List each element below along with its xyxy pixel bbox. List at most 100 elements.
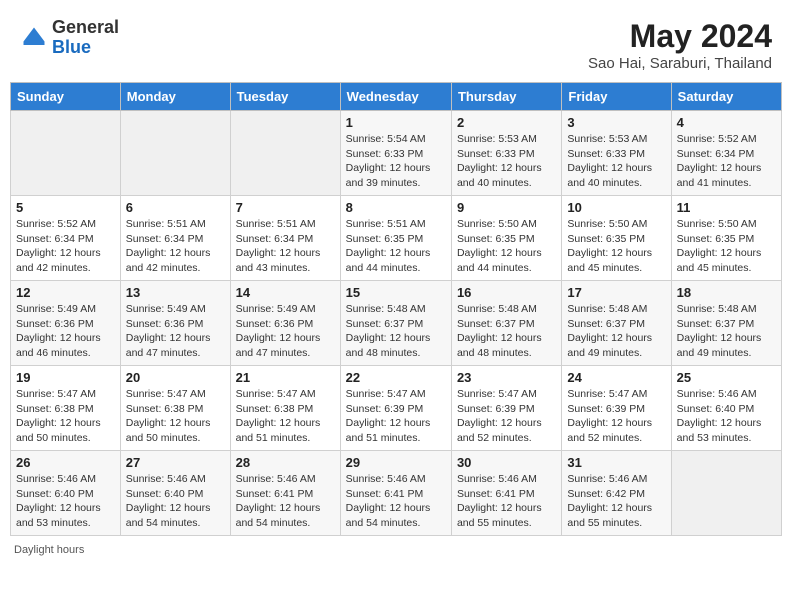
day-number: 7 bbox=[236, 200, 335, 215]
day-number: 21 bbox=[236, 370, 335, 385]
day-info: Sunrise: 5:50 AMSunset: 6:35 PMDaylight:… bbox=[457, 217, 556, 276]
main-title: May 2024 bbox=[588, 18, 772, 55]
calendar-header-row: SundayMondayTuesdayWednesdayThursdayFrid… bbox=[11, 83, 782, 111]
day-header-tuesday: Tuesday bbox=[230, 83, 340, 111]
calendar-cell: 28 Sunrise: 5:46 AMSunset: 6:41 PMDayligh… bbox=[230, 451, 340, 536]
day-number: 12 bbox=[16, 285, 115, 300]
day-number: 27 bbox=[126, 455, 225, 470]
page-header: General Blue May 2024 Sao Hai, Saraburi,… bbox=[10, 10, 782, 78]
calendar-cell: 1Sunrise: 5:54 AMSunset: 6:33 PMDaylight… bbox=[340, 111, 451, 196]
day-number: 30 bbox=[457, 455, 556, 470]
calendar-cell: 30 Sunrise: 5:46 AMSunset: 6:41 PMDayligh… bbox=[451, 451, 561, 536]
day-header-monday: Monday bbox=[120, 83, 230, 111]
day-number: 25 bbox=[677, 370, 776, 385]
calendar-cell: 29Sunrise: 5:46 AMSunset: 6:41 PMDayligh… bbox=[340, 451, 451, 536]
day-number: 18 bbox=[677, 285, 776, 300]
calendar-cell: 21 Sunrise: 5:47 AMSunset: 6:38 PMDayligh… bbox=[230, 366, 340, 451]
calendar-cell bbox=[11, 111, 121, 196]
calendar-cell bbox=[230, 111, 340, 196]
calendar-cell: 22Sunrise: 5:47 AMSunset: 6:39 PMDayligh… bbox=[340, 366, 451, 451]
calendar-cell: 31 Sunrise: 5:46 AMSunset: 6:42 PMDayligh… bbox=[562, 451, 671, 536]
calendar-cell: 16 Sunrise: 5:48 AMSunset: 6:37 PMDayligh… bbox=[451, 281, 561, 366]
calendar-cell: 20 Sunrise: 5:47 AMSunset: 6:38 PMDayligh… bbox=[120, 366, 230, 451]
day-number: 10 bbox=[567, 200, 665, 215]
day-number: 4 bbox=[677, 115, 776, 130]
day-header-friday: Friday bbox=[562, 83, 671, 111]
day-number: 24 bbox=[567, 370, 665, 385]
day-number: 15 bbox=[346, 285, 446, 300]
day-info: Sunrise: 5:46 AMSunset: 6:41 PMDaylight:… bbox=[457, 472, 556, 531]
day-info: Sunrise: 5:46 AMSunset: 6:42 PMDaylight:… bbox=[567, 472, 665, 531]
day-number: 14 bbox=[236, 285, 335, 300]
day-info: Sunrise: 5:53 AMSunset: 6:33 PMDaylight:… bbox=[457, 132, 556, 191]
calendar-cell: 2 Sunrise: 5:53 AMSunset: 6:33 PMDaylight… bbox=[451, 111, 561, 196]
calendar-cell: 15 Sunrise: 5:48 AMSunset: 6:37 PMDayligh… bbox=[340, 281, 451, 366]
day-number: 11 bbox=[677, 200, 776, 215]
calendar-cell: 17Sunrise: 5:48 AMSunset: 6:37 PMDayligh… bbox=[562, 281, 671, 366]
calendar-cell: 19 Sunrise: 5:47 AMSunset: 6:38 PMDayligh… bbox=[11, 366, 121, 451]
day-header-sunday: Sunday bbox=[11, 83, 121, 111]
day-info: Sunrise: 5:46 AMSunset: 6:41 PMDaylight:… bbox=[346, 472, 446, 531]
day-info: Sunrise: 5:47 AMSunset: 6:38 PMDaylight:… bbox=[126, 387, 225, 446]
day-info: Sunrise: 5:47 AMSunset: 6:38 PMDaylight:… bbox=[16, 387, 115, 446]
day-info: Sunrise: 5:49 AMSunset: 6:36 PMDaylight:… bbox=[126, 302, 225, 361]
day-info: Sunrise: 5:50 AMSunset: 6:35 PMDaylight:… bbox=[567, 217, 665, 276]
day-info: Sunrise: 5:46 AMSunset: 6:40 PMDaylight:… bbox=[677, 387, 776, 446]
day-number: 26 bbox=[16, 455, 115, 470]
day-info: Sunrise: 5:51 AMSunset: 6:34 PMDaylight:… bbox=[126, 217, 225, 276]
day-info: Sunrise: 5:48 AMSunset: 6:37 PMDaylight:… bbox=[677, 302, 776, 361]
day-info: Sunrise: 5:48 AMSunset: 6:37 PMDaylight:… bbox=[457, 302, 556, 361]
calendar-week-1: 1Sunrise: 5:54 AMSunset: 6:33 PMDaylight… bbox=[11, 111, 782, 196]
day-info: Sunrise: 5:47 AMSunset: 6:39 PMDaylight:… bbox=[457, 387, 556, 446]
day-number: 13 bbox=[126, 285, 225, 300]
calendar-cell: 24 Sunrise: 5:47 AMSunset: 6:39 PMDayligh… bbox=[562, 366, 671, 451]
day-number: 31 bbox=[567, 455, 665, 470]
day-info: Sunrise: 5:46 AMSunset: 6:41 PMDaylight:… bbox=[236, 472, 335, 531]
calendar-table: SundayMondayTuesdayWednesdayThursdayFrid… bbox=[10, 82, 782, 536]
day-info: Sunrise: 5:47 AMSunset: 6:38 PMDaylight:… bbox=[236, 387, 335, 446]
logo-general: General bbox=[52, 17, 119, 37]
calendar-cell: 8Sunrise: 5:51 AMSunset: 6:35 PMDaylight… bbox=[340, 196, 451, 281]
logo-icon bbox=[20, 24, 48, 52]
day-number: 19 bbox=[16, 370, 115, 385]
day-info: Sunrise: 5:48 AMSunset: 6:37 PMDaylight:… bbox=[567, 302, 665, 361]
day-info: Sunrise: 5:48 AMSunset: 6:37 PMDaylight:… bbox=[346, 302, 446, 361]
day-info: Sunrise: 5:50 AMSunset: 6:35 PMDaylight:… bbox=[677, 217, 776, 276]
calendar-cell: 10 Sunrise: 5:50 AMSunset: 6:35 PMDayligh… bbox=[562, 196, 671, 281]
day-info: Sunrise: 5:49 AMSunset: 6:36 PMDaylight:… bbox=[16, 302, 115, 361]
calendar-cell: 5Sunrise: 5:52 AMSunset: 6:34 PMDaylight… bbox=[11, 196, 121, 281]
footer-text: Daylight hours bbox=[14, 544, 84, 556]
day-info: Sunrise: 5:52 AMSunset: 6:34 PMDaylight:… bbox=[677, 132, 776, 191]
day-header-saturday: Saturday bbox=[671, 83, 781, 111]
footer: Daylight hours bbox=[10, 544, 782, 556]
day-header-wednesday: Wednesday bbox=[340, 83, 451, 111]
day-info: Sunrise: 5:49 AMSunset: 6:36 PMDaylight:… bbox=[236, 302, 335, 361]
calendar-cell: 3Sunrise: 5:53 AMSunset: 6:33 PMDaylight… bbox=[562, 111, 671, 196]
day-info: Sunrise: 5:46 AMSunset: 6:40 PMDaylight:… bbox=[126, 472, 225, 531]
calendar-cell: 9Sunrise: 5:50 AMSunset: 6:35 PMDaylight… bbox=[451, 196, 561, 281]
calendar-cell: 18 Sunrise: 5:48 AMSunset: 6:37 PMDayligh… bbox=[671, 281, 781, 366]
day-number: 23 bbox=[457, 370, 556, 385]
calendar-cell: 4 Sunrise: 5:52 AMSunset: 6:34 PMDaylight… bbox=[671, 111, 781, 196]
calendar-cell: 7Sunrise: 5:51 AMSunset: 6:34 PMDaylight… bbox=[230, 196, 340, 281]
logo: General Blue bbox=[20, 18, 119, 58]
calendar-cell bbox=[671, 451, 781, 536]
day-number: 28 bbox=[236, 455, 335, 470]
day-number: 20 bbox=[126, 370, 225, 385]
day-info: Sunrise: 5:47 AMSunset: 6:39 PMDaylight:… bbox=[567, 387, 665, 446]
calendar-cell: 27 Sunrise: 5:46 AMSunset: 6:40 PMDayligh… bbox=[120, 451, 230, 536]
day-info: Sunrise: 5:54 AMSunset: 6:33 PMDaylight:… bbox=[346, 132, 446, 191]
calendar-cell: 26Sunrise: 5:46 AMSunset: 6:40 PMDayligh… bbox=[11, 451, 121, 536]
day-number: 16 bbox=[457, 285, 556, 300]
calendar-cell: 13 Sunrise: 5:49 AMSunset: 6:36 PMDayligh… bbox=[120, 281, 230, 366]
calendar-week-5: 26 Sunrise: 5:46 AMSunset: 6:40 PMDayligh… bbox=[11, 451, 782, 536]
subtitle: Sao Hai, Saraburi, Thailand bbox=[588, 55, 772, 72]
day-number: 6 bbox=[126, 200, 225, 215]
calendar-cell bbox=[120, 111, 230, 196]
day-number: 2 bbox=[457, 115, 556, 130]
day-number: 8 bbox=[346, 200, 446, 215]
day-info: Sunrise: 5:53 AMSunset: 6:33 PMDaylight:… bbox=[567, 132, 665, 191]
calendar-week-2: 5Sunrise: 5:52 AMSunset: 6:34 PMDaylight… bbox=[11, 196, 782, 281]
calendar-cell: 12 Sunrise: 5:49 AMSunset: 6:36 PMDayligh… bbox=[11, 281, 121, 366]
day-info: Sunrise: 5:52 AMSunset: 6:34 PMDaylight:… bbox=[16, 217, 115, 276]
